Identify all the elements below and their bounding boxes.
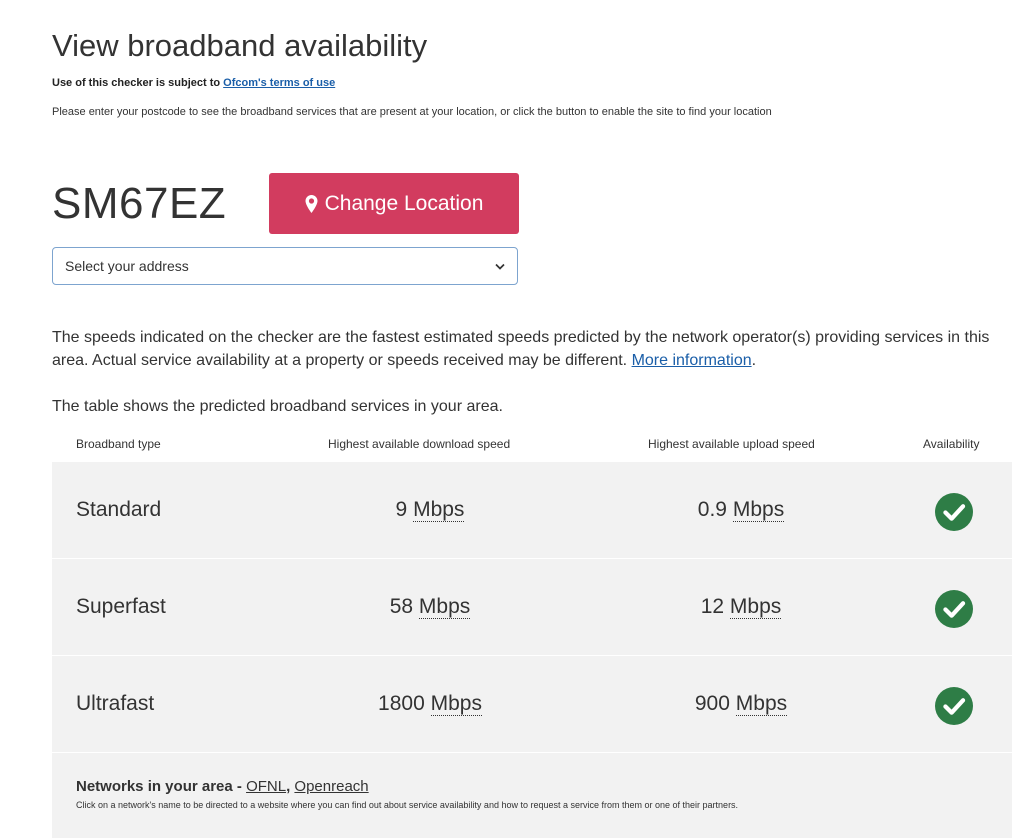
networks-description: Click on a network's name to be directed… <box>76 800 739 810</box>
broadband-table: Standard 9 Mbps 0.9 Mbps Superfast 58 Mb… <box>52 462 1012 838</box>
download-speed: 58 Mbps <box>330 595 530 619</box>
terms-prefix: Use of this checker is subject to <box>52 77 224 89</box>
speeds-disclaimer-end: . <box>751 352 757 369</box>
terms-notice: Use of this checker is subject to Ofcom'… <box>52 77 335 89</box>
speed-unit[interactable]: Mbps <box>418 595 471 619</box>
broadband-type: Ultrafast <box>76 692 155 715</box>
address-select-value: Select your address <box>65 258 189 274</box>
more-information-link[interactable]: More information <box>632 352 752 369</box>
download-speed: 1800 Mbps <box>330 692 530 716</box>
network-link-ofnl[interactable]: OFNL <box>246 778 286 795</box>
upload-speed-value: 900 <box>694 692 730 715</box>
table-intro: The table shows the predicted broadband … <box>52 398 503 415</box>
table-row: Standard 9 Mbps 0.9 Mbps <box>52 462 1012 559</box>
speed-unit[interactable]: Mbps <box>413 498 465 522</box>
download-speed-value: 1800 <box>378 692 425 715</box>
speed-unit[interactable]: Mbps <box>735 692 788 716</box>
check-circle-icon <box>935 687 973 725</box>
broadband-type: Superfast <box>76 595 166 618</box>
address-select[interactable]: Select your address <box>52 247 518 285</box>
change-location-button[interactable]: Change Location <box>269 173 519 234</box>
download-speed: 9 Mbps <box>330 498 530 522</box>
download-speed-value: 58 <box>389 595 414 618</box>
networks-label: Networks in your area - <box>76 778 247 795</box>
header-broadband-type: Broadband type <box>76 437 161 451</box>
speed-unit[interactable]: Mbps <box>729 595 782 619</box>
upload-speed: 900 Mbps <box>641 692 841 716</box>
download-speed-value: 9 <box>395 498 408 521</box>
header-download-speed: Highest available download speed <box>328 437 511 451</box>
chevron-down-icon <box>495 263 505 270</box>
check-circle-icon <box>935 590 973 628</box>
table-row: Superfast 58 Mbps 12 Mbps <box>52 559 1012 656</box>
check-circle-icon <box>935 493 973 531</box>
networks-in-area: Networks in your area - OFNL, Openreach <box>76 778 369 795</box>
network-link-openreach[interactable]: Openreach <box>294 778 368 795</box>
terms-of-use-link[interactable]: Ofcom's terms of use <box>223 77 335 89</box>
map-marker-icon <box>305 194 318 213</box>
speeds-disclaimer: The speeds indicated on the checker are … <box>52 326 1012 372</box>
speed-unit[interactable]: Mbps <box>732 498 785 522</box>
speeds-disclaimer-text: The speeds indicated on the checker are … <box>52 329 990 369</box>
upload-speed: 0.9 Mbps <box>641 498 841 522</box>
header-availability: Availability <box>923 437 980 451</box>
instructions-text: Please enter your postcode to see the br… <box>52 106 772 118</box>
postcode-display: SM67EZ <box>52 179 227 228</box>
upload-speed-value: 0.9 <box>697 498 727 521</box>
change-location-label: Change Location <box>324 191 484 215</box>
speed-unit[interactable]: Mbps <box>430 692 482 716</box>
page-title: View broadband availability <box>52 28 428 63</box>
upload-speed-value: 12 <box>700 595 725 618</box>
table-row: Ultrafast 1800 Mbps 900 Mbps <box>52 656 1012 753</box>
broadband-type: Standard <box>76 498 162 521</box>
upload-speed: 12 Mbps <box>641 595 841 619</box>
header-upload-speed: Highest available upload speed <box>648 437 815 451</box>
